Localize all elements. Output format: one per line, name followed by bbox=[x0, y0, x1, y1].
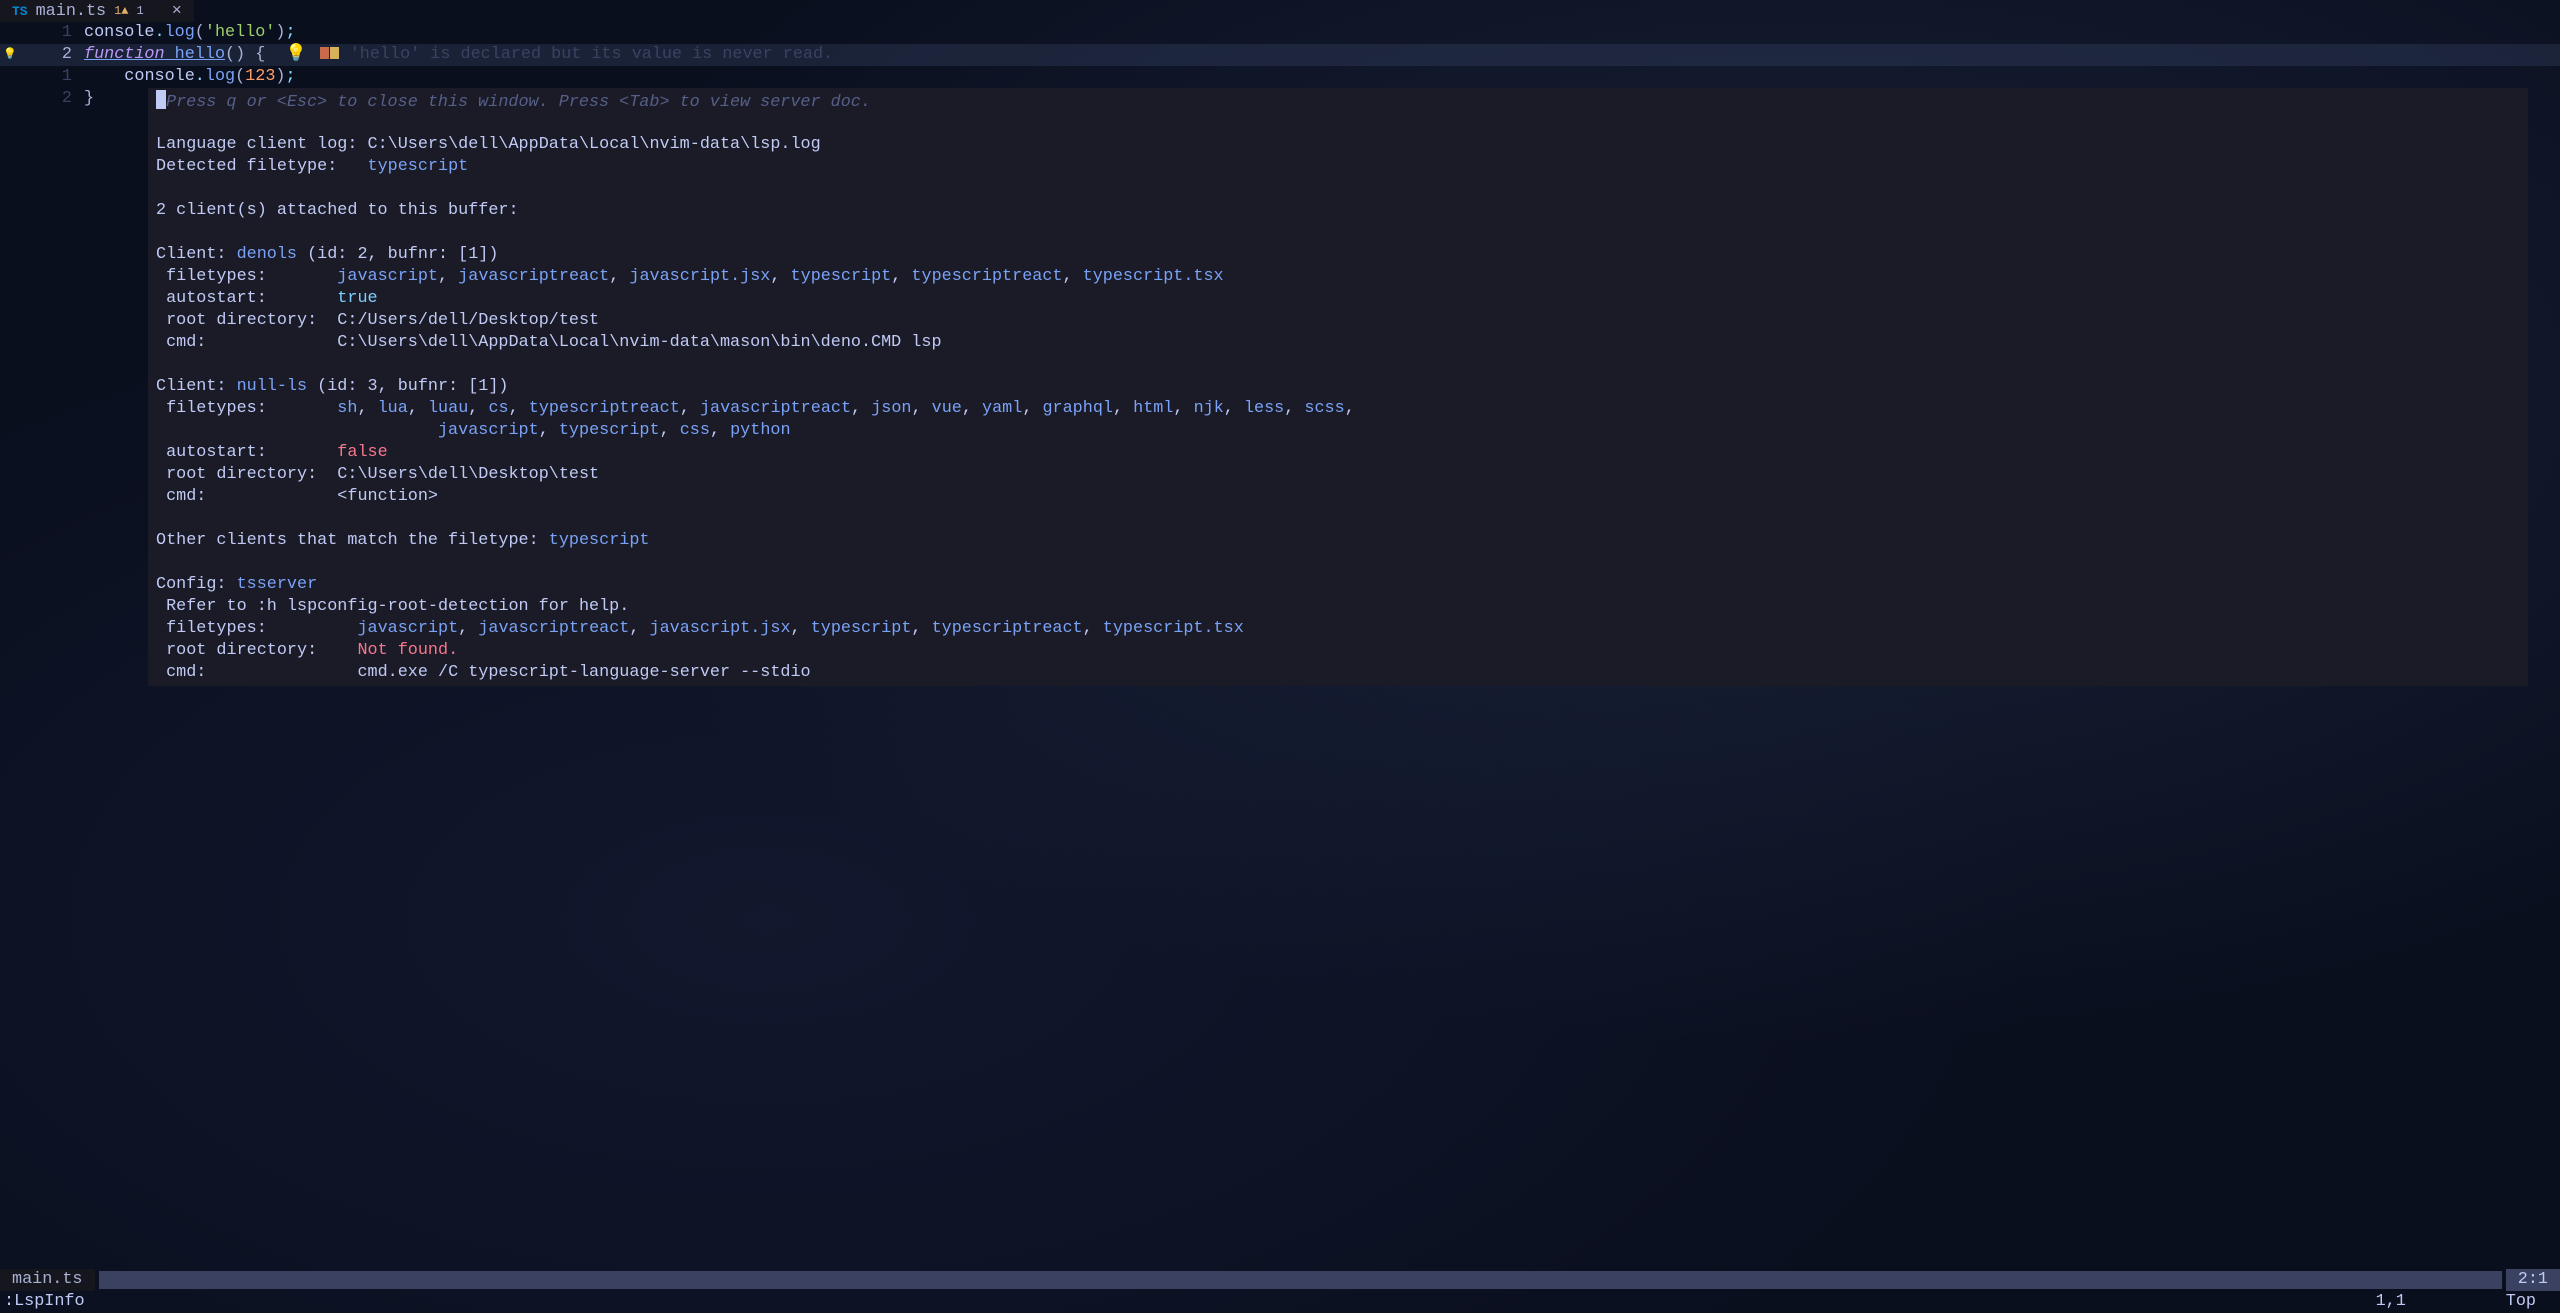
client2-filetypes-l2: javascript, typescript, css, python bbox=[438, 421, 791, 440]
diagnostic-inline: 'hello' is declared but its value is nev… bbox=[350, 45, 833, 64]
tab-bar: TS main.ts 1▲ 1 × bbox=[0, 0, 2560, 22]
lspinfo-float[interactable]: Press q or <Esc> to close this window. P… bbox=[148, 88, 2528, 686]
hint-sign-icon: 💡 bbox=[3, 44, 17, 66]
lightbulb-icon[interactable]: 💡 bbox=[285, 44, 299, 66]
line-number: 2 bbox=[20, 44, 84, 66]
line-number: 1 bbox=[20, 66, 84, 88]
tab-filename: main.ts bbox=[36, 2, 107, 21]
tab-diag-hint: 1 bbox=[137, 4, 144, 18]
client1-filetypes: javascript, javascriptreact, javascript.… bbox=[337, 267, 1223, 286]
cmd-text: :LspInfo bbox=[4, 1291, 85, 1313]
close-icon[interactable]: × bbox=[172, 2, 182, 21]
config-filetypes: javascript, javascriptreact, javascript.… bbox=[357, 619, 1243, 638]
command-line[interactable]: :LspInfo 1,1 Top bbox=[0, 1291, 2560, 1313]
cmd-pos: 1,1 bbox=[2376, 1291, 2406, 1313]
statusline: main.ts 2:1 bbox=[0, 1269, 2560, 1291]
tab-main-ts[interactable]: TS main.ts 1▲ 1 × bbox=[0, 0, 194, 22]
line-number: 1 bbox=[20, 22, 84, 44]
client2-filetypes-l1: sh, lua, luau, cs, typescriptreact, java… bbox=[337, 399, 1354, 418]
line-number: 2 bbox=[20, 88, 84, 110]
cursor bbox=[156, 90, 166, 109]
status-filename: main.ts bbox=[0, 1269, 95, 1291]
tab-diag-warn: 1▲ bbox=[114, 4, 128, 18]
typescript-icon: TS bbox=[12, 4, 28, 19]
cmd-scroll: Top bbox=[2506, 1291, 2536, 1313]
float-hint: Press q or <Esc> to close this window. P… bbox=[166, 93, 871, 112]
status-rowcol: 2:1 bbox=[2506, 1269, 2560, 1291]
